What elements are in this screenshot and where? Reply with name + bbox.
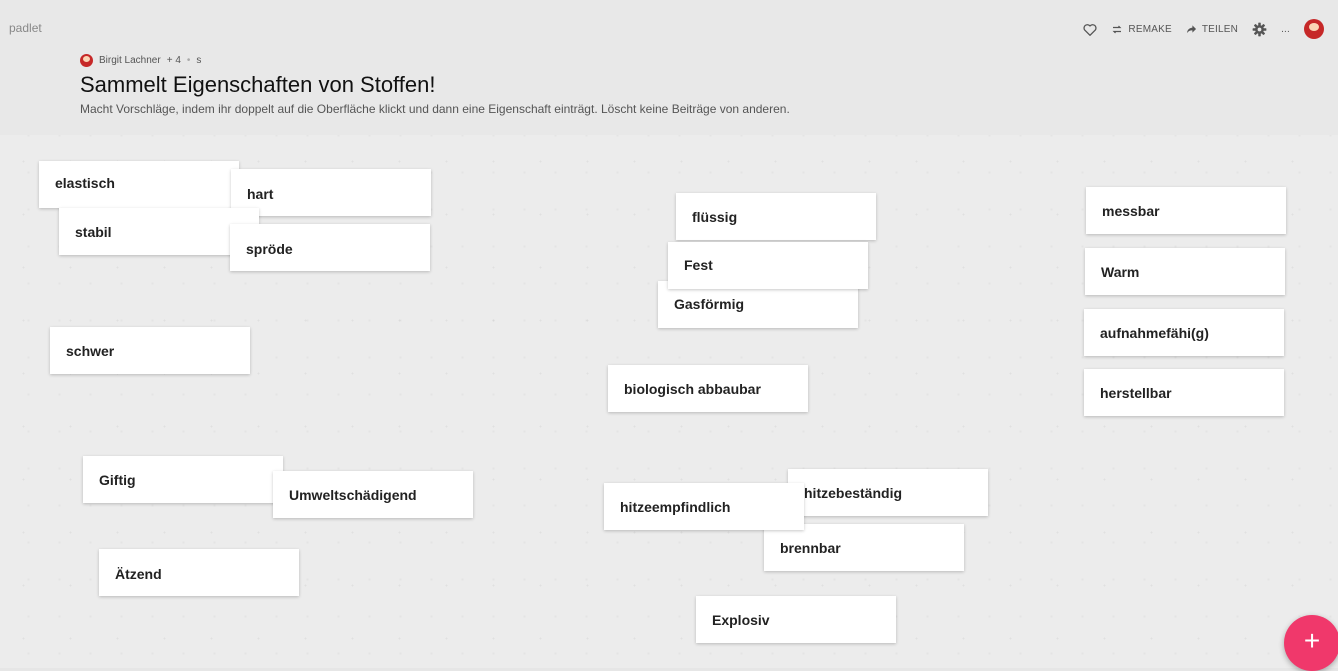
page-title: Sammelt Eigenschaften von Stoffen! [80, 72, 436, 97]
post-card[interactable]: Fest [668, 242, 868, 289]
add-post-button[interactable]: + [1284, 615, 1338, 671]
more-button[interactable]: ... [1281, 24, 1290, 35]
post-card[interactable]: Warm [1085, 248, 1285, 295]
contributor-count[interactable]: + 4 [167, 55, 181, 66]
share-button[interactable]: TEILEN [1186, 24, 1238, 35]
post-card[interactable]: hitzebeständig [788, 469, 988, 516]
post-card[interactable]: Umweltschädigend [273, 471, 473, 518]
gear-icon[interactable] [1252, 22, 1267, 37]
plus-icon: + [1303, 625, 1321, 656]
avatar[interactable] [1304, 19, 1324, 39]
page-description: Macht Vorschläge, indem ihr doppelt auf … [80, 102, 790, 116]
remake-label: REMAKE [1128, 23, 1172, 35]
author-line: Birgit Lachner + 4 • s [80, 54, 201, 67]
post-card[interactable]: messbar [1086, 187, 1286, 234]
post-card[interactable]: biologisch abbaubar [608, 365, 808, 412]
timestamp: s [196, 55, 202, 66]
post-card[interactable]: Ätzend [99, 549, 299, 596]
post-card[interactable]: stabil [59, 208, 259, 255]
post-card[interactable]: herstellbar [1084, 369, 1284, 416]
author-name: Birgit Lachner [99, 55, 161, 66]
padlet-logo[interactable]: padlet [9, 21, 42, 35]
author-avatar [80, 54, 93, 67]
remake-button[interactable]: REMAKE [1111, 23, 1172, 35]
post-card[interactable]: spröde [230, 224, 430, 271]
post-card[interactable]: Explosiv [696, 596, 896, 643]
post-card[interactable]: Giftig [83, 456, 283, 503]
header: padlet REMAKE TEILEN ... Birgit Lachner … [0, 0, 1338, 135]
post-card[interactable]: elastisch [39, 161, 239, 208]
post-card[interactable]: aufnahmefähi(g) [1084, 309, 1284, 356]
heart-icon[interactable] [1083, 23, 1097, 36]
post-card[interactable]: hart [231, 169, 431, 216]
post-card[interactable]: flüssig [676, 193, 876, 240]
post-card[interactable]: hitzeempfindlich [604, 483, 804, 530]
remake-icon [1111, 24, 1123, 35]
separator: • [186, 55, 191, 66]
toolbar: REMAKE TEILEN ... [1083, 19, 1324, 39]
post-card[interactable]: brennbar [764, 524, 964, 571]
share-label: TEILEN [1201, 23, 1239, 35]
post-card[interactable]: schwer [50, 327, 250, 374]
share-icon [1186, 24, 1197, 34]
